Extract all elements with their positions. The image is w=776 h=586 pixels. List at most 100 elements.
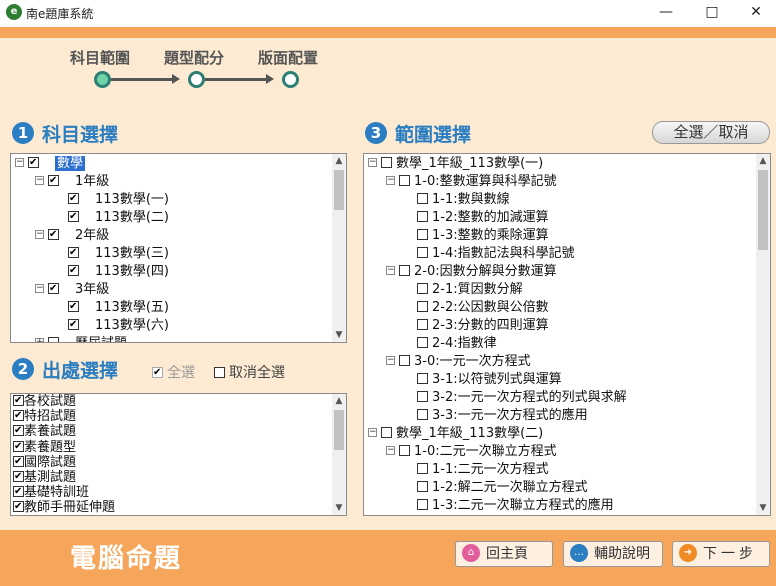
- collapse-icon[interactable]: −: [368, 158, 377, 167]
- range-tree-item[interactable]: 1-1:二元一次方程式: [404, 461, 549, 479]
- subject-tree-item[interactable]: − 1年級: [35, 173, 109, 191]
- source-list-item[interactable]: 國際試題: [13, 455, 76, 470]
- range-tree-scrollbar[interactable]: ▲ ▼: [756, 154, 770, 515]
- tree-checkbox[interactable]: [417, 481, 428, 492]
- source-list-item[interactable]: 基測試題: [13, 470, 76, 485]
- select-all-sources[interactable]: 全選: [152, 362, 195, 382]
- home-button[interactable]: ⌂ 回主頁: [455, 541, 553, 567]
- range-tree-item[interactable]: 1-3:整數的乘除運算: [404, 227, 549, 245]
- range-tree-item[interactable]: 1-4:指數記法與科學記號: [404, 245, 575, 263]
- scroll-thumb[interactable]: [758, 170, 768, 250]
- range-tree-item[interactable]: 1-1:數與數線: [404, 191, 510, 209]
- tree-checkbox[interactable]: [381, 157, 392, 168]
- tree-checkbox[interactable]: [48, 175, 59, 186]
- tree-checkbox[interactable]: [417, 463, 428, 474]
- range-tree-item[interactable]: 3-3:一元一次方程式的應用: [404, 407, 588, 425]
- range-tree-item[interactable]: − 數學_1年級_113數學(一): [368, 155, 543, 173]
- scroll-up-icon[interactable]: ▲: [332, 154, 346, 168]
- tree-checkbox[interactable]: [417, 301, 428, 312]
- deselect-all-checkbox[interactable]: [214, 366, 225, 378]
- subject-tree-item[interactable]: 113數學(二): [55, 209, 169, 227]
- range-tree-item[interactable]: − 1-0:二元一次聯立方程式: [386, 443, 557, 461]
- tree-checkbox[interactable]: [417, 247, 428, 258]
- source-list-scrollbar[interactable]: ▲ ▼: [332, 394, 346, 515]
- expand-icon[interactable]: +: [35, 338, 44, 342]
- tree-checkbox[interactable]: [417, 499, 428, 510]
- source-list-panel[interactable]: 各校試題特招試題素養試題素養題型國際試題基測試題基礎特訓班教師手冊延伸題 ▲ ▼: [10, 393, 347, 516]
- source-checkbox[interactable]: [13, 410, 24, 422]
- deselect-all-sources[interactable]: 取消全選: [214, 362, 285, 382]
- range-tree-item[interactable]: 2-4:指數律: [404, 335, 497, 353]
- tree-checkbox[interactable]: [68, 211, 79, 222]
- tree-checkbox[interactable]: [48, 229, 59, 240]
- subject-tree-item[interactable]: 113數學(六): [55, 317, 169, 335]
- tree-checkbox[interactable]: [417, 337, 428, 348]
- source-list-item[interactable]: 素養題型: [13, 440, 76, 455]
- range-tree-item[interactable]: 1-2:整數的加減運算: [404, 209, 549, 227]
- tree-checkbox[interactable]: [417, 283, 428, 294]
- subject-tree-item[interactable]: 113數學(三): [55, 245, 169, 263]
- close-button[interactable]: ✕: [734, 0, 776, 26]
- collapse-icon[interactable]: −: [35, 176, 44, 185]
- range-tree-item[interactable]: − 數學_1年級_113數學(二): [368, 425, 543, 443]
- scroll-thumb[interactable]: [334, 170, 344, 210]
- subject-tree-item[interactable]: − 3年級: [35, 281, 109, 299]
- tree-checkbox[interactable]: [399, 175, 410, 186]
- tree-checkbox[interactable]: [399, 445, 410, 456]
- source-checkbox[interactable]: [13, 486, 24, 498]
- source-checkbox[interactable]: [13, 395, 24, 406]
- subject-tree-item[interactable]: − 2年級: [35, 227, 109, 245]
- source-checkbox[interactable]: [13, 440, 24, 452]
- tree-checkbox[interactable]: [417, 193, 428, 204]
- minimize-button[interactable]: —: [644, 0, 688, 26]
- source-list-item[interactable]: 基礎特訓班: [13, 485, 89, 500]
- tree-checkbox[interactable]: [381, 427, 392, 438]
- tree-checkbox[interactable]: [68, 193, 79, 204]
- tree-checkbox[interactable]: [68, 265, 79, 276]
- range-tree-item[interactable]: − 1-0:整數運算與科學記號: [386, 173, 557, 191]
- source-list-item[interactable]: 素養試題: [13, 424, 76, 439]
- subject-tree-panel[interactable]: − 數學 − 1年級 113數學(一) 113數學(二) − 2年級 113數學(三) 113數學…: [10, 153, 347, 343]
- help-button[interactable]: … 輔助說明: [563, 541, 663, 567]
- subject-tree-scrollbar[interactable]: ▲ ▼: [332, 154, 346, 342]
- tree-checkbox[interactable]: [417, 211, 428, 222]
- tree-checkbox[interactable]: [68, 319, 79, 330]
- tree-checkbox[interactable]: [68, 301, 79, 312]
- maximize-button[interactable]: □: [690, 0, 734, 26]
- collapse-icon[interactable]: −: [15, 158, 24, 167]
- subject-tree-item[interactable]: 113數學(四): [55, 263, 169, 281]
- tree-checkbox[interactable]: [48, 283, 59, 294]
- range-tree-item[interactable]: 1-2:解二元一次聯立方程式: [404, 479, 588, 497]
- subject-tree-item[interactable]: − 數學: [15, 155, 86, 173]
- scroll-up-icon[interactable]: ▲: [332, 394, 346, 408]
- scroll-up-icon[interactable]: ▲: [756, 154, 770, 168]
- tree-checkbox[interactable]: [68, 247, 79, 258]
- collapse-icon[interactable]: −: [386, 176, 395, 185]
- collapse-icon[interactable]: −: [386, 356, 395, 365]
- subject-tree-item[interactable]: + 歷屆試題: [35, 335, 127, 342]
- tree-checkbox[interactable]: [399, 265, 410, 276]
- scroll-down-icon[interactable]: ▼: [756, 501, 770, 515]
- tree-checkbox[interactable]: [417, 229, 428, 240]
- collapse-icon[interactable]: −: [386, 446, 395, 455]
- tree-checkbox[interactable]: [417, 391, 428, 402]
- collapse-icon[interactable]: −: [35, 230, 44, 239]
- source-checkbox[interactable]: [13, 471, 24, 482]
- scroll-thumb[interactable]: [334, 410, 344, 450]
- range-tree-item[interactable]: 3-1:以符號列式與運算: [404, 371, 562, 389]
- collapse-icon[interactable]: −: [368, 428, 377, 437]
- next-button[interactable]: ➜ 下一步: [672, 541, 770, 567]
- range-tree-item[interactable]: − 2-0:因數分解與分數運算: [386, 263, 557, 281]
- source-list-item[interactable]: 各校試題: [13, 394, 76, 409]
- subject-tree-item[interactable]: 113數學(一): [55, 191, 169, 209]
- range-tree-panel[interactable]: − 數學_1年級_113數學(一) −1-0:整數運算與科學記號 1-1:數與數線 1-…: [363, 153, 771, 516]
- toggle-all-range-button[interactable]: 全選／取消: [652, 121, 770, 144]
- collapse-icon[interactable]: −: [386, 266, 395, 275]
- collapse-icon[interactable]: −: [35, 284, 44, 293]
- range-tree-item[interactable]: 2-3:分數的四則運算: [404, 317, 549, 335]
- tree-checkbox[interactable]: [48, 337, 59, 342]
- range-tree-item[interactable]: 1-3:二元一次聯立方程式的應用: [404, 497, 614, 515]
- tree-checkbox[interactable]: [417, 373, 428, 384]
- tree-checkbox[interactable]: [417, 319, 428, 330]
- tree-checkbox[interactable]: [417, 409, 428, 420]
